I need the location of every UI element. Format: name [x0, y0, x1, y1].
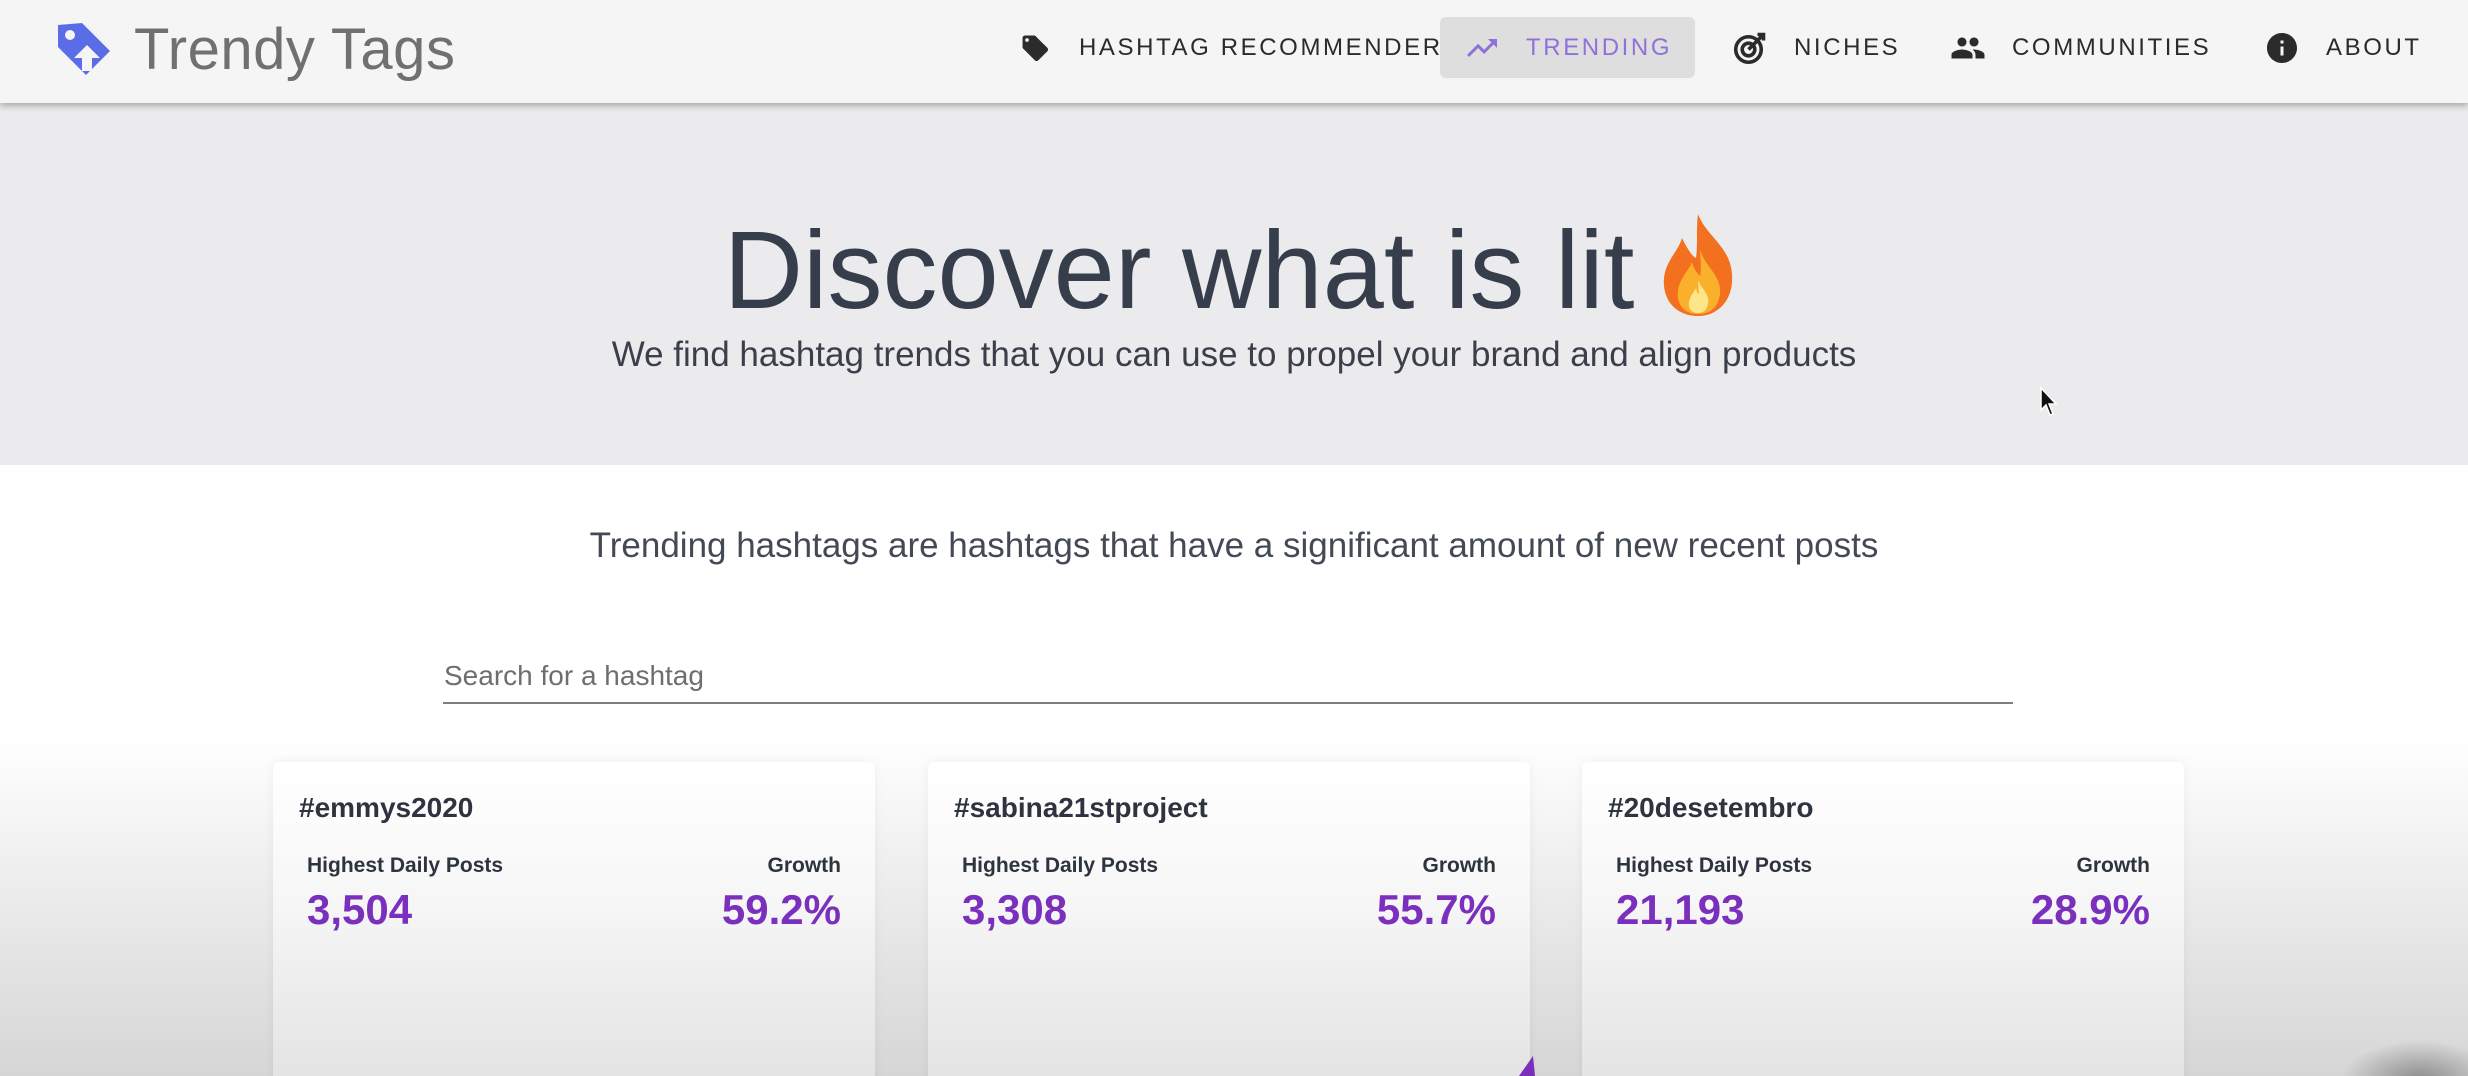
nav-hashtag-recommender[interactable]: HASHTAG RECOMMENDER: [993, 17, 1467, 78]
hashtag-card[interactable]: #sabina21stproject Highest Daily Posts G…: [928, 762, 1530, 1076]
trending-intro-text: Trending hashtags are hashtags that have…: [589, 526, 1879, 565]
floating-button-shadow: [2340, 1040, 2468, 1076]
trending-up-icon: [1467, 38, 1497, 57]
card-hashtag: #20desetembro: [1608, 792, 1814, 823]
hashtag-search-input[interactable]: [443, 650, 2013, 704]
growth-value: 28.9%: [2030, 886, 2150, 933]
growth-label: Growth: [1422, 854, 1497, 877]
highest-daily-posts-value: 3,308: [962, 886, 1068, 933]
nav-label: COMMUNITIES: [2012, 33, 2212, 61]
highest-daily-posts-label: Highest Daily Posts: [962, 854, 1159, 877]
tag-icon: [1022, 35, 1049, 61]
hero-title-text: Discover what is lit: [723, 209, 1635, 332]
nav-label: HASHTAG RECOMMENDER: [1079, 33, 1443, 61]
top-app-bar: Trendy Tags HASHTAG RECOMMENDER TRENDING…: [0, 0, 2468, 103]
nav-communities[interactable]: COMMUNITIES: [1926, 17, 2235, 78]
hashtag-card[interactable]: #20desetembro Highest Daily Posts Growth…: [1582, 762, 2184, 1076]
highest-daily-posts-label: Highest Daily Posts: [307, 854, 504, 877]
card-hashtag: #emmys2020: [299, 792, 474, 823]
nav-label: TRENDING: [1526, 33, 1673, 61]
nav-trending[interactable]: TRENDING: [1440, 17, 1695, 78]
highest-daily-posts-value: 21,193: [1616, 886, 1745, 933]
info-icon: [2267, 32, 2297, 63]
nav-label: ABOUT: [2326, 33, 2422, 61]
target-icon: [1733, 32, 1766, 64]
hero-title: Discover what is lit: [0, 210, 2468, 331]
nav-about[interactable]: ABOUT: [2240, 17, 2446, 78]
hashtag-card[interactable]: #emmys2020 Highest Daily Posts Growth 3,…: [273, 762, 875, 1076]
growth-label: Growth: [767, 854, 842, 877]
people-icon: [1951, 37, 1985, 58]
nav-label: NICHES: [1794, 33, 1901, 61]
hero-subtitle: We find hashtag trends that you can use …: [611, 335, 1857, 374]
highest-daily-posts-label: Highest Daily Posts: [1616, 854, 1813, 877]
chart-sparkline-peak: [1519, 1056, 1535, 1076]
hero-banner: Discover what is lit We find hashtag tre…: [0, 103, 2468, 465]
fire-icon: [1664, 214, 1733, 316]
nav-niches[interactable]: NICHES: [1708, 17, 1924, 78]
main-nav: HASHTAG RECOMMENDER TRENDING NICHES COMM…: [0, 0, 2468, 103]
mouse-cursor-icon: [2040, 386, 2058, 416]
card-hashtag: #sabina21stproject: [954, 792, 1208, 823]
growth-value: 55.7%: [1376, 886, 1496, 933]
highest-daily-posts-value: 3,504: [307, 886, 413, 933]
growth-value: 59.2%: [721, 886, 841, 933]
growth-label: Growth: [2076, 854, 2151, 877]
